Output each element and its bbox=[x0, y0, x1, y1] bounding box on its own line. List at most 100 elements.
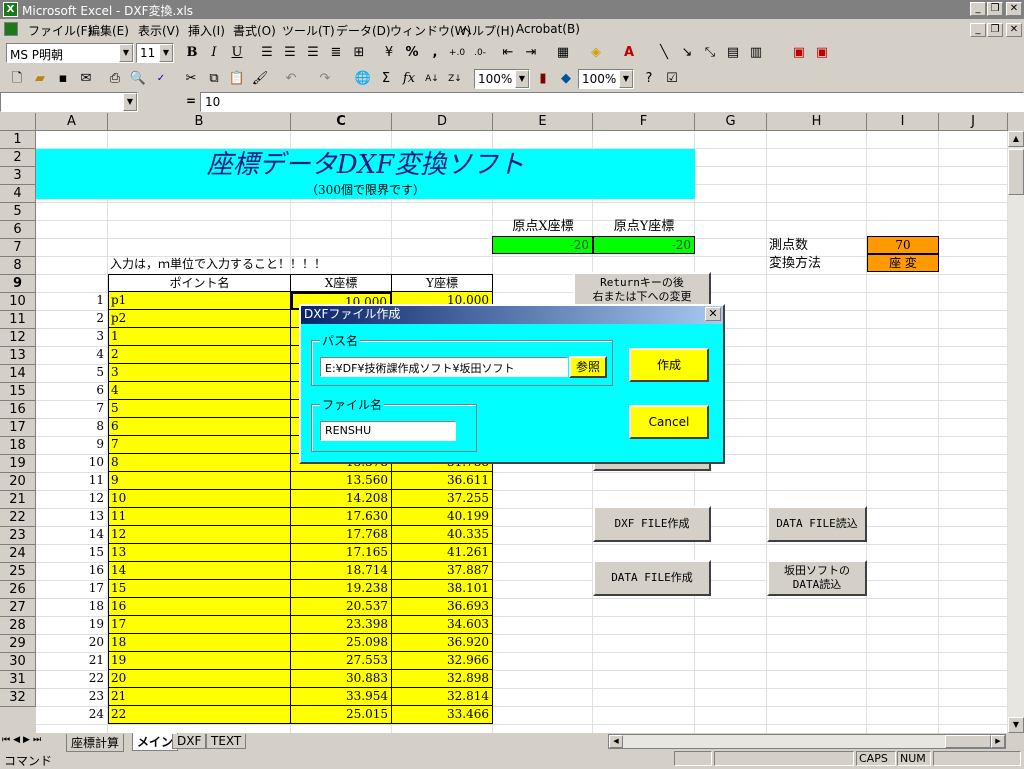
x-coord-cell[interactable]: 14.208 bbox=[291, 490, 392, 508]
row-header[interactable]: 23 bbox=[0, 527, 36, 545]
y-coord-cell[interactable]: 36.920 bbox=[392, 634, 493, 652]
column-header-b[interactable]: B bbox=[108, 113, 291, 131]
row-header[interactable]: 10 bbox=[0, 293, 36, 311]
column-header-c[interactable]: C bbox=[291, 113, 392, 131]
row-header[interactable]: 6 bbox=[0, 221, 36, 239]
open-icon[interactable]: ▰ bbox=[29, 69, 51, 91]
chart-wizard-icon[interactable]: ▮ bbox=[532, 69, 554, 91]
vertical-scrollbar[interactable]: ▲ ▼ bbox=[1008, 131, 1024, 733]
borders-icon[interactable]: ▦ bbox=[552, 43, 574, 65]
sort-asc-icon[interactable]: A↓ bbox=[421, 69, 443, 91]
point-name-cell[interactable]: 20 bbox=[108, 670, 291, 688]
bold-icon[interactable]: B bbox=[181, 43, 203, 65]
y-coord-cell[interactable]: 33.466 bbox=[392, 706, 493, 724]
point-name-cell[interactable]: 12 bbox=[108, 526, 291, 544]
redo-icon[interactable]: ↷ bbox=[314, 69, 336, 91]
close-button[interactable]: ✕ bbox=[1006, 2, 1022, 16]
method-value[interactable]: 座 変 bbox=[867, 254, 939, 272]
row-header[interactable]: 25 bbox=[0, 563, 36, 581]
point-name-cell[interactable]: 5 bbox=[108, 400, 291, 418]
y-coord-cell[interactable]: 37.887 bbox=[392, 562, 493, 580]
row-header[interactable]: 32 bbox=[0, 689, 36, 707]
path-input[interactable]: E:¥DF¥技術課作成ソフト¥坂田ソフト bbox=[320, 357, 568, 377]
row-header[interactable]: 24 bbox=[0, 545, 36, 563]
new-icon[interactable]: 🗋 bbox=[6, 69, 28, 91]
point-name-cell[interactable]: p1 bbox=[108, 292, 291, 310]
decrease-decimal-icon[interactable]: .0- bbox=[469, 43, 491, 65]
point-name-cell[interactable]: 21 bbox=[108, 688, 291, 706]
mail-icon[interactable]: ✉ bbox=[75, 69, 97, 91]
point-name-cell[interactable]: 13 bbox=[108, 544, 291, 562]
row-header[interactable]: 29 bbox=[0, 635, 36, 653]
row-header[interactable]: 5 bbox=[0, 203, 36, 221]
chart-icon[interactable]: ▥ bbox=[745, 43, 767, 65]
merge-center-icon[interactable]: ⊞ bbox=[348, 43, 370, 65]
point-name-cell[interactable]: 4 bbox=[108, 382, 291, 400]
y-coord-cell[interactable]: 32.898 bbox=[392, 670, 493, 688]
tab-dxf[interactable]: DXF bbox=[172, 734, 207, 749]
column-header-a[interactable]: A bbox=[36, 113, 108, 131]
filename-input[interactable]: RENSHU bbox=[320, 421, 456, 441]
spellcheck-icon[interactable]: ✓ bbox=[150, 69, 172, 91]
y-coord-cell[interactable]: 32.966 bbox=[392, 652, 493, 670]
percent-icon[interactable]: % bbox=[401, 43, 423, 65]
column-header-h[interactable]: H bbox=[767, 113, 867, 131]
row-header[interactable]: 21 bbox=[0, 491, 36, 509]
x-coord-cell[interactable]: 30.883 bbox=[291, 670, 392, 688]
cut-icon[interactable]: ✂ bbox=[180, 69, 202, 91]
format-painter-icon[interactable]: 🖌 bbox=[249, 69, 271, 91]
row-header[interactable]: 13 bbox=[0, 347, 36, 365]
point-name-cell[interactable]: 1 bbox=[108, 328, 291, 346]
doc-restore-button[interactable]: ❐ bbox=[987, 23, 1003, 37]
font-select[interactable]: MS P明朝 ▼ bbox=[6, 43, 134, 63]
horizontal-scrollbar[interactable]: ◀ ▶ bbox=[608, 734, 1006, 749]
name-box[interactable]: ▼ bbox=[0, 92, 138, 112]
align-left-icon[interactable]: ☰ bbox=[256, 43, 278, 65]
row-header[interactable]: 28 bbox=[0, 617, 36, 635]
row-header[interactable]: 18 bbox=[0, 437, 36, 455]
y-coord-cell[interactable]: 40.335 bbox=[392, 526, 493, 544]
font-size-select[interactable]: 11 ▼ bbox=[136, 43, 174, 63]
doc-close-button[interactable]: ✕ bbox=[1006, 23, 1022, 37]
y-coord-cell[interactable]: 34.603 bbox=[392, 616, 493, 634]
row-header[interactable]: 11 bbox=[0, 311, 36, 329]
y-coord-cell[interactable]: 41.261 bbox=[392, 544, 493, 562]
y-coord-cell[interactable]: 36.611 bbox=[392, 472, 493, 490]
row-header[interactable]: 1 bbox=[0, 131, 36, 149]
pdf-icon[interactable]: ▣ bbox=[788, 43, 810, 65]
column-header-g[interactable]: G bbox=[695, 113, 767, 131]
menu-file[interactable]: ファイル(F) bbox=[28, 22, 92, 39]
point-name-cell[interactable]: 19 bbox=[108, 652, 291, 670]
row-header[interactable]: 27 bbox=[0, 599, 36, 617]
x-coord-cell[interactable]: 33.954 bbox=[291, 688, 392, 706]
menu-edit[interactable]: 編集(E) bbox=[88, 22, 129, 39]
y-coord-cell[interactable]: 40.199 bbox=[392, 508, 493, 526]
comma-icon[interactable]: , bbox=[424, 43, 446, 65]
row-header[interactable]: 15 bbox=[0, 383, 36, 401]
hscroll-thumb[interactable] bbox=[945, 735, 991, 748]
tab-nav-arrows-icon[interactable]: ⏮◀▶⏭ bbox=[2, 735, 44, 745]
y-coord-cell[interactable]: 32.814 bbox=[392, 688, 493, 706]
point-name-cell[interactable]: 18 bbox=[108, 634, 291, 652]
double-arrow-icon[interactable]: ⤡ bbox=[699, 43, 721, 65]
sort-desc-icon[interactable]: Z↓ bbox=[444, 69, 466, 91]
point-name-cell[interactable]: 6 bbox=[108, 418, 291, 436]
print-icon[interactable]: ⎙ bbox=[104, 69, 126, 91]
row-header[interactable]: 31 bbox=[0, 671, 36, 689]
column-header-i[interactable]: I bbox=[867, 113, 939, 131]
scroll-thumb[interactable] bbox=[1008, 149, 1024, 195]
row-header[interactable]: 2 bbox=[0, 149, 36, 167]
row-header[interactable]: 3 bbox=[0, 167, 36, 185]
y-coord-cell[interactable]: 36.693 bbox=[392, 598, 493, 616]
autosum-icon[interactable]: Σ bbox=[375, 69, 397, 91]
origin-x-value[interactable]: -20 bbox=[492, 236, 593, 254]
x-coord-cell[interactable]: 17.165 bbox=[291, 544, 392, 562]
currency-icon[interactable]: ¥ bbox=[378, 43, 400, 65]
workbook-icon[interactable] bbox=[4, 22, 18, 36]
cancel-button[interactable]: Cancel bbox=[629, 405, 709, 439]
scroll-right-icon[interactable]: ▶ bbox=[991, 735, 1005, 748]
textbox-icon[interactable]: ▤ bbox=[722, 43, 744, 65]
row-header[interactable]: 9 bbox=[0, 275, 36, 293]
column-header-j[interactable]: J bbox=[939, 113, 1008, 131]
menu-acrobat[interactable]: Acrobat(B) bbox=[516, 22, 580, 36]
